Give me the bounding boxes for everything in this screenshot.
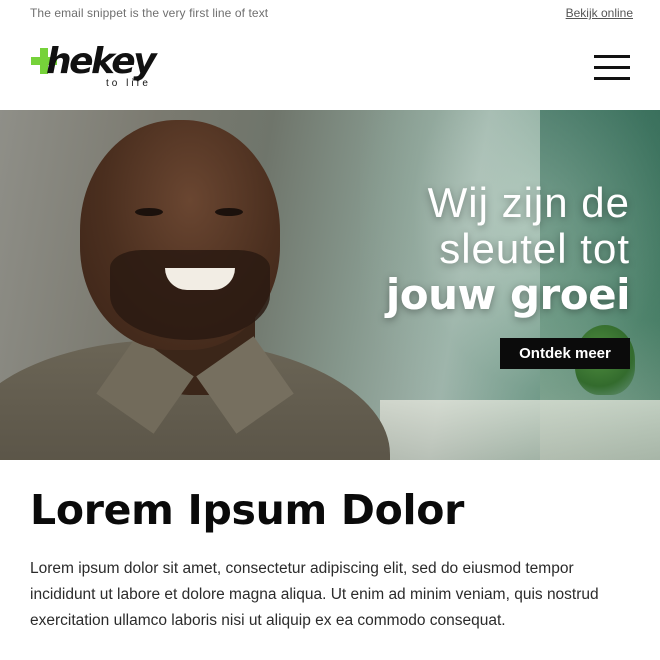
logo-wordmark: hekey <box>46 41 157 82</box>
menu-bar-top <box>594 55 630 58</box>
hamburger-menu-icon[interactable] <box>594 55 630 81</box>
preheader-bar: The email snippet is the very first line… <box>0 0 660 30</box>
hero-banner: Wij zijn de sleutel tot jouw groei Ontde… <box>0 110 660 460</box>
hero-headline: Wij zijn de sleutel tot jouw groei <box>385 179 631 319</box>
photo-eye-right <box>215 208 243 216</box>
hero-headline-line-1: Wij zijn de <box>427 179 630 226</box>
hero-background-desk <box>380 400 660 460</box>
email-snippet-text: The email snippet is the very first line… <box>30 6 269 20</box>
hero-photo-smiling-man <box>0 120 390 460</box>
menu-bar-bottom <box>594 77 630 80</box>
discover-more-button[interactable]: Ontdek meer <box>500 338 630 369</box>
content-title: Lorem Ipsum Dolor <box>30 486 465 534</box>
content-section: Lorem Ipsum Dolor Lorem ipsum dolor sit … <box>30 460 630 634</box>
logo-tagline: to life <box>106 78 151 89</box>
hero-headline-line-3: jouw groei <box>385 270 631 319</box>
photo-eye-left <box>135 208 163 216</box>
menu-bar-middle <box>594 66 630 69</box>
content-body-text: Lorem ipsum dolor sit amet, consectetur … <box>30 560 599 629</box>
thekey-logo[interactable]: hekey to life <box>30 41 180 92</box>
photo-beard <box>110 250 270 340</box>
view-online-link[interactable]: Bekijk online <box>566 6 633 20</box>
photo-smile <box>165 268 235 290</box>
hero-headline-line-2: sleutel tot <box>439 225 630 272</box>
email-header: hekey to life <box>0 30 660 110</box>
